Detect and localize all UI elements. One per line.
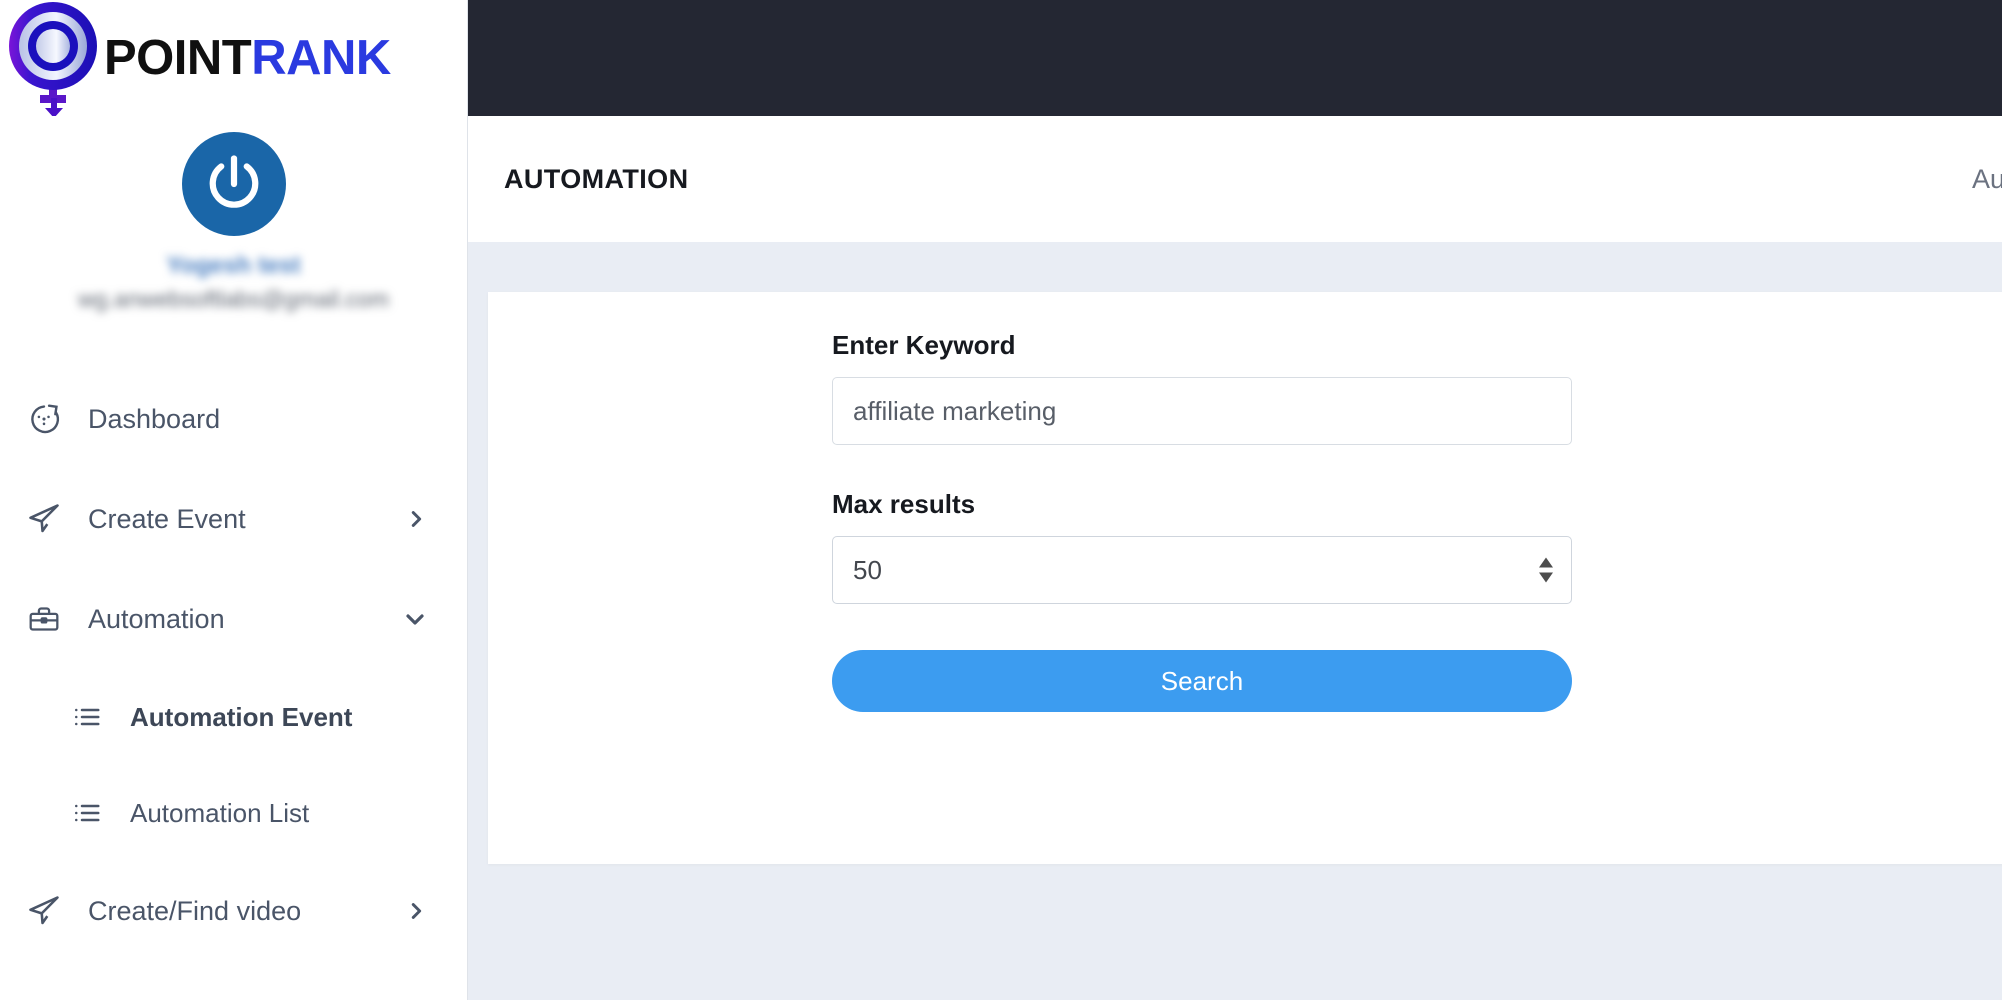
sidebar-subitem-label: Automation Event <box>130 701 353 732</box>
field-spacer <box>832 445 1572 489</box>
page-title: AUTOMATION <box>504 163 689 194</box>
max-results-value[interactable]: 50 <box>832 536 1572 604</box>
sidebar-item-create-event[interactable]: Create Event <box>0 469 467 569</box>
profile-email: wg.anwebsoftlabs@gmail.com <box>78 286 389 312</box>
sidebar: POINTRANK Yogesh test wg.anwebsoftlabs@g… <box>0 0 468 1000</box>
sidebar-item-label: Automation <box>88 603 225 634</box>
sidebar-subitem-label: Automation List <box>130 797 310 828</box>
app-root: POINTRANK Yogesh test wg.anwebsoftlabs@g… <box>0 0 2002 1000</box>
max-results-label: Max results <box>832 489 976 519</box>
breadcrumb[interactable]: Automation <box>1972 164 2002 195</box>
stopwatch-icon <box>22 397 66 441</box>
send-plane-icon <box>22 497 66 541</box>
brand-title-part1: POINT <box>104 30 252 85</box>
sidebar-item-create-find-video[interactable]: Create/Find video <box>0 861 467 961</box>
send-plane-icon <box>22 889 66 933</box>
brand-title-part2: RANK <box>251 30 391 85</box>
sidebar-subitem-automation-event[interactable]: Automation Event <box>0 669 467 765</box>
chevron-down-icon <box>1539 572 1553 583</box>
sidebar-item-automation[interactable]: Automation <box>0 569 467 669</box>
keyword-input[interactable] <box>832 377 1572 445</box>
chevron-right-icon[interactable] <box>405 508 427 530</box>
sidebar-item-label: Create/Find video <box>88 895 302 926</box>
list-icon <box>70 796 104 830</box>
list-icon <box>70 700 104 734</box>
profile-block: Yogesh test wg.anwebsoftlabs@gmail.com <box>0 116 467 313</box>
search-button[interactable]: Search <box>832 650 1572 712</box>
spinner-arrows-icon[interactable] <box>1538 557 1554 583</box>
brand-header[interactable]: POINTRANK <box>0 0 467 118</box>
page-header: AUTOMATION Automation <box>468 116 2002 242</box>
search-form: Enter Keyword Max results 50 <box>832 330 1572 712</box>
top-bar <box>468 0 2002 116</box>
sidebar-subitem-automation-list[interactable]: Automation List <box>0 765 467 861</box>
main-area: AUTOMATION Automation Enter Keyword Max … <box>468 0 2002 1000</box>
chevron-right-icon[interactable] <box>405 900 427 922</box>
content-area: Enter Keyword Max results 50 <box>468 242 2002 1000</box>
keyword-label: Enter Keyword <box>832 330 1016 360</box>
automation-search-card: Enter Keyword Max results 50 <box>488 292 2002 864</box>
briefcase-icon <box>22 597 66 641</box>
chevron-down-icon[interactable] <box>403 607 427 631</box>
profile-name: Yogesh test <box>166 252 301 279</box>
sidebar-item-label: Create Event <box>88 503 246 534</box>
pointrank-target-pin-logo-icon <box>4 0 104 118</box>
avatar[interactable] <box>181 132 286 236</box>
chevron-up-icon <box>1539 557 1553 568</box>
sidebar-item-label: Dashboard <box>88 403 221 434</box>
max-results-stepper[interactable]: 50 <box>832 536 1572 604</box>
brand-title: POINTRANK <box>104 30 391 85</box>
sidebar-item-dashboard[interactable]: Dashboard <box>0 369 467 469</box>
sidebar-nav: Dashboard Create Event Automation Automa… <box>0 369 467 961</box>
